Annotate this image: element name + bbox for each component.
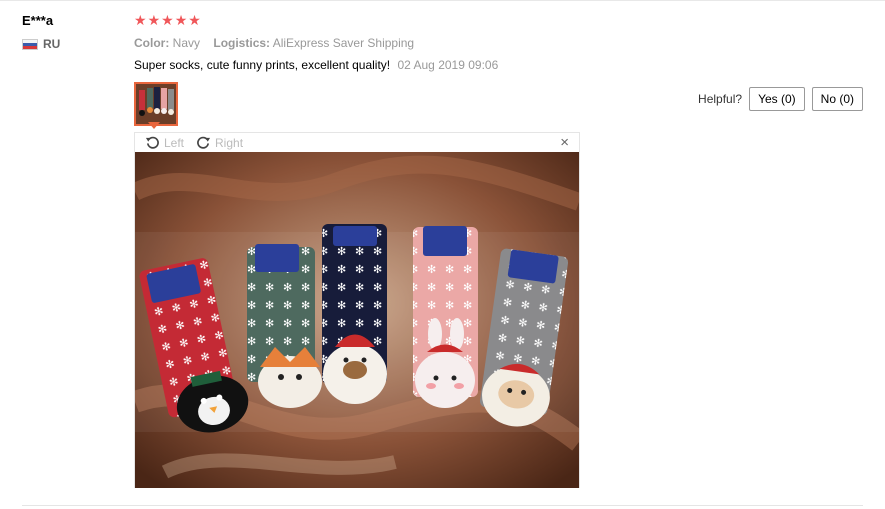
rotate-left-label: Left [164,135,185,150]
helpful-yes-button[interactable]: Yes (0) [749,87,805,111]
color-label: Color: [134,36,170,50]
flag-ru-icon [22,38,38,50]
rotate-right-icon [197,136,211,149]
helpful-label: Helpful? [698,92,743,106]
viewer-toolbar: Left Right × [135,133,579,152]
rotate-left-button[interactable]: Left [145,135,184,150]
review-photo: ✻ ✻ ✻ ✻ ✻ [135,152,579,488]
star-icon: ★ [161,12,174,28]
top-divider [0,0,885,1]
reviewer-name: E***a [22,13,54,28]
order-info: Color: Navy Logistics: AliExpress Saver … [134,36,414,50]
reviewer-country: RU [22,37,60,51]
rotate-right-label: Right [215,135,244,150]
star-icon: ★ [174,12,188,28]
logistics-value: AliExpress Saver Shipping [272,36,415,50]
thumbnail-pointer [148,122,160,129]
image-viewer: Left Right × ✻ ✻ ✻ [134,132,580,488]
rotate-right-button[interactable]: Right [196,135,243,150]
star-rating: ★ ★ ★ ★ ★ [134,12,201,28]
country-code: RU [43,37,61,51]
close-icon[interactable]: × [560,134,569,151]
star-icon: ★ [188,12,201,28]
helpful-no-button[interactable]: No (0) [811,87,863,111]
star-icon: ★ [147,12,161,28]
review-text: Super socks, cute funny prints, excellen… [134,58,391,72]
bottom-divider [22,505,863,506]
logistics-label: Logistics: [213,36,271,50]
color-value: Navy [172,36,201,50]
star-icon: ★ [134,12,147,28]
review-body: Super socks, cute funny prints, excellen… [134,58,498,72]
helpful-vote: Helpful? Yes (0) No (0) [698,87,863,111]
review-date: 02 Aug 2019 09:06 [397,58,499,72]
photo-thumbnail[interactable] [134,82,178,126]
rotate-left-icon [145,136,159,149]
